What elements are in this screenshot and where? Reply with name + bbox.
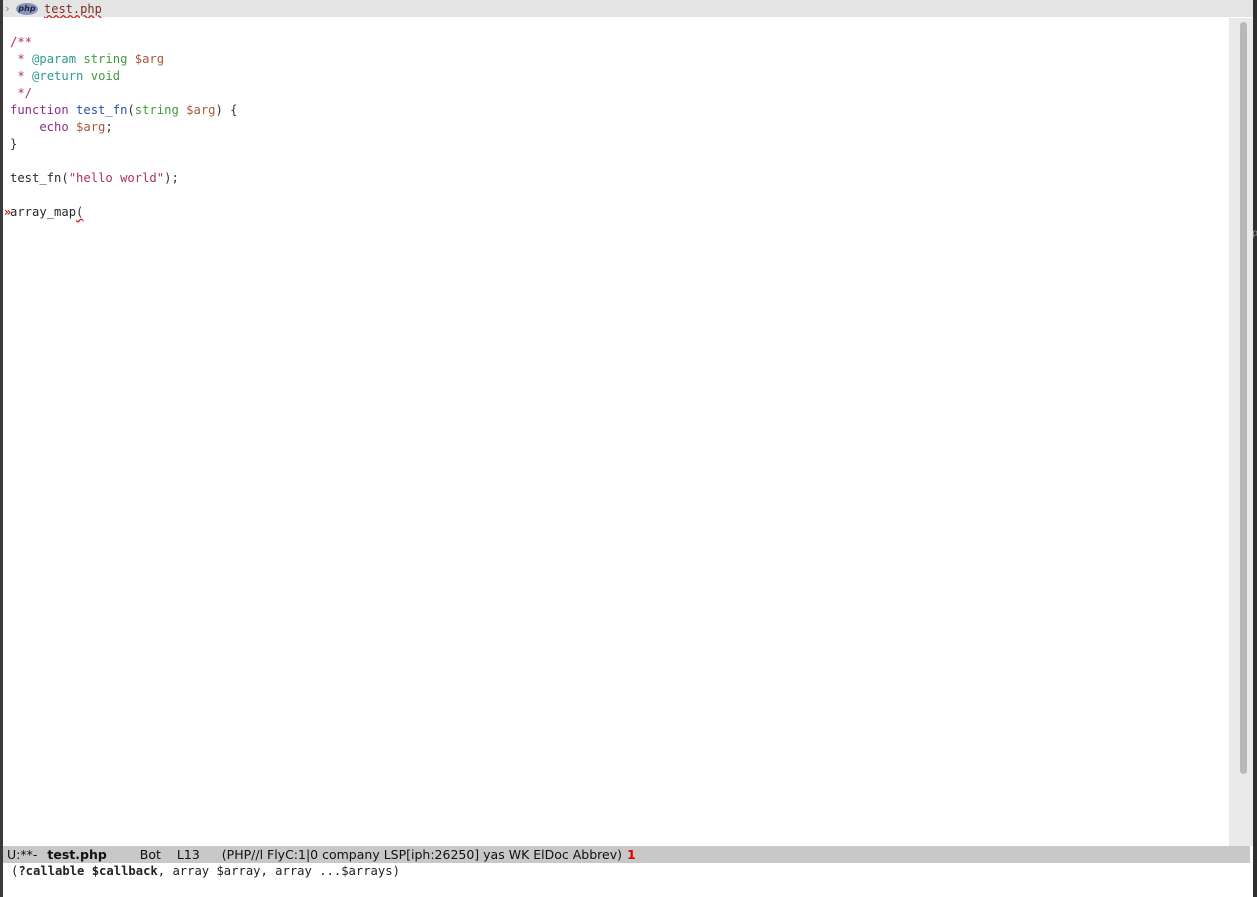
doc-comment-star: *	[10, 52, 33, 66]
vertical-scrollbar[interactable]	[1229, 18, 1253, 846]
punctuation: (	[61, 171, 69, 185]
line-number: L13	[176, 847, 200, 862]
string-literal: "hello world"	[68, 171, 165, 185]
code-line: function test_fn(string $arg) {	[10, 102, 238, 119]
mode-list[interactable]: (PHP//l FlyC:1|0 company LSP[iph:26250] …	[222, 847, 622, 862]
mode-line: U:**- test.php Bot L13 (PHP//l FlyC:1|0 …	[3, 846, 1250, 863]
header-line: › php test.php	[3, 0, 1253, 17]
punctuation: ) {	[215, 103, 238, 117]
punctuation: ;	[105, 120, 113, 134]
eldoc-remaining-params: , array $array, array ...$arrays)	[157, 864, 400, 878]
keyword: function	[10, 103, 69, 117]
buffer-status: U:**-	[7, 847, 38, 862]
scrollbar-thumb[interactable]	[1240, 22, 1247, 774]
right-window-edge	[1253, 0, 1257, 897]
doc-tag: @return	[32, 69, 84, 83]
doc-comment-star: *	[10, 69, 33, 83]
code-line: }	[10, 136, 238, 153]
doc-type: string	[76, 52, 135, 66]
function-name: test_fn	[76, 103, 128, 117]
doc-comment-close: */	[10, 86, 33, 100]
header-file-name[interactable]: test.php	[44, 2, 102, 16]
variable: $arg	[76, 120, 106, 134]
code-area[interactable]: /** * @param string $arg * @return void …	[4, 34, 238, 221]
eldoc-current-param: ?callable $callback	[18, 864, 158, 878]
code-line-current[interactable]: » array_map(	[4, 204, 238, 221]
punctuation: (	[127, 103, 135, 117]
doc-variable: $arg	[134, 52, 165, 66]
doc-type: void	[83, 69, 121, 83]
code-line: test_fn("hello world");	[10, 170, 238, 187]
echo-area: (?callable $callback, array $array, arra…	[3, 863, 1253, 897]
scroll-position: Bot	[139, 847, 161, 862]
keyword: echo	[10, 120, 69, 134]
punctuation: }	[10, 137, 18, 151]
eldoc-signature: (?callable $callback, array $array, arra…	[11, 864, 400, 878]
buffer-name[interactable]: test.php	[47, 847, 106, 862]
error-punctuation: (	[76, 205, 84, 219]
chevron-right-icon: ›	[4, 2, 11, 15]
type-hint: string	[134, 103, 179, 117]
function-call: test_fn	[10, 171, 62, 185]
function-call: array_map	[10, 205, 77, 219]
error-count-badge[interactable]: 1	[627, 847, 636, 862]
code-line: /**	[10, 34, 238, 51]
doc-tag: @param	[32, 52, 77, 66]
punctuation: );	[164, 171, 179, 185]
doc-comment-open: /**	[10, 35, 33, 49]
right-edge-glyph: p	[1252, 228, 1257, 239]
code-line: * @return void	[10, 68, 238, 85]
flycheck-error-fringe-icon: »	[4, 205, 12, 219]
editor-buffer[interactable]: /** * @param string $arg * @return void …	[3, 18, 1228, 846]
code-line: */	[10, 85, 238, 102]
php-file-icon: php	[16, 2, 38, 15]
variable: $arg	[186, 103, 216, 117]
code-line: * @param string $arg	[10, 51, 238, 68]
code-line: echo $arg;	[10, 119, 238, 136]
